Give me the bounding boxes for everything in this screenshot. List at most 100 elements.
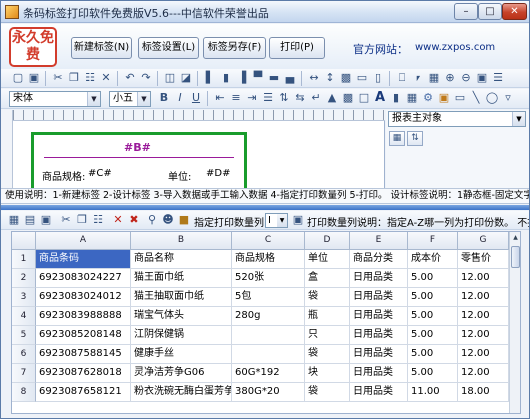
table-cell[interactable]: 块 [305,364,350,383]
row-number[interactable]: 5 [12,326,36,345]
wrap-icon[interactable]: ↵ [309,91,323,105]
table-cell[interactable]: 商品条码 [36,250,131,269]
table-cell[interactable]: 日用品类 [350,326,408,345]
print-count-column-select[interactable]: I ▼ [265,213,288,228]
close-button[interactable]: ✕ [502,3,527,20]
table-cell[interactable]: 商品规格 [232,250,305,269]
table-cell[interactable]: 12.00 [458,326,509,345]
table-row[interactable]: 1 商品条码 商品名称 商品规格 单位 商品分类 成本价 零售价 [12,250,520,269]
table-cell[interactable]: 健康手丝 [131,345,232,364]
table-cell[interactable]: 12.00 [458,345,509,364]
scrollbar-thumb[interactable] [511,246,520,268]
table-cell[interactable]: 18.00 [458,383,509,402]
spec-static-text[interactable]: 商品规格: [42,168,85,183]
align-center-text-icon[interactable]: ≡ [229,91,243,105]
copy-icon[interactable]: ❐ [67,71,81,85]
paste-icon[interactable]: ☷ [83,71,97,85]
zoom-out-icon[interactable]: ⊖ [459,71,473,85]
table-cell[interactable]: 5.00 [408,345,458,364]
align-center-icon[interactable]: ▮ [219,71,233,85]
column-header-g[interactable]: G [458,232,509,250]
table-cell[interactable]: 6923085208148 [36,326,131,345]
maximize-button[interactable]: □ [478,3,502,20]
align-right-icon[interactable]: ▐ [235,71,249,85]
section-divider[interactable] [1,205,529,210]
lock-icon[interactable]: ■ [177,213,191,227]
print-button[interactable]: 打印(P) [269,37,325,59]
line-spacing-icon[interactable]: ⇅ [277,91,291,105]
minimize-button[interactable]: – [454,3,478,20]
table-cell[interactable]: 5.00 [408,288,458,307]
undo-icon[interactable]: ↶ [123,71,137,85]
row-number[interactable]: 3 [12,288,36,307]
table-cell[interactable]: 只 [305,326,350,345]
table-cell[interactable]: 日用品类 [350,269,408,288]
categorized-icon[interactable]: ▦ [389,131,405,146]
space-h-icon[interactable]: ▭ [355,71,369,85]
redo-icon[interactable]: ↷ [139,71,153,85]
table-cell[interactable]: 280g [232,307,305,326]
table-cell[interactable]: 零售价 [458,250,509,269]
table-cell[interactable]: 粉衣洗碗无酶白蛋芳争 [131,383,232,402]
table-cell[interactable]: 袋 [305,383,350,402]
unit-field-placeholder[interactable]: #D# [206,168,230,179]
column-header-f[interactable]: F [408,232,458,250]
center-v-icon[interactable]: ⎖ [411,71,425,85]
table-cell[interactable]: 6923087588145 [36,345,131,364]
text-color-icon[interactable]: ▲ [325,91,339,105]
corner-cell[interactable] [12,232,36,250]
column-header-b[interactable]: B [131,232,232,250]
save-icon[interactable]: ▣ [27,71,41,85]
import-excel-icon[interactable]: ▦ [7,213,21,227]
table-cell[interactable]: 5.00 [408,269,458,288]
table-cell[interactable]: 盒 [305,269,350,288]
table-cell[interactable]: 猫王面巾纸 [131,269,232,288]
table-cell[interactable]: 瑞宝气体头 [131,307,232,326]
spec-field-placeholder[interactable]: #C# [88,168,112,179]
table-cell[interactable]: 6923087628018 [36,364,131,383]
more-tools-icon[interactable]: ▿ [501,91,515,105]
properties-icon[interactable]: ☰ [491,71,505,85]
table-cell[interactable]: 商品分类 [350,250,408,269]
bold-icon[interactable]: B [157,91,171,105]
table-cell[interactable]: 单位 [305,250,350,269]
row-number[interactable]: 2 [12,269,36,288]
row-number[interactable]: 6 [12,345,36,364]
scroll-up-icon[interactable]: ▲ [510,232,520,244]
grid-icon[interactable]: ▦ [427,71,441,85]
align-left-text-icon[interactable]: ⇤ [213,91,227,105]
barcode-field-placeholder[interactable]: #B# [124,141,151,154]
table-cell[interactable] [232,326,305,345]
row-number[interactable]: 4 [12,307,36,326]
table-cell[interactable]: 日用品类 [350,307,408,326]
site-url-link[interactable]: www.zxpos.com [415,42,495,53]
alphabetical-icon[interactable]: ⇅ [407,131,423,146]
image-tool-icon[interactable]: ▣ [437,91,451,105]
table-cell[interactable]: 5.00 [408,326,458,345]
table-cell[interactable]: 江阴保健锅 [131,326,232,345]
row-number[interactable]: 8 [12,383,36,402]
border-icon[interactable]: □ [357,91,371,105]
table-cell[interactable]: 380G*20 [232,383,305,402]
table-row[interactable]: 6 6923087588145 健康手丝 袋日用品类 5.00 12.00 [12,345,520,364]
paste-row-icon[interactable]: ☷ [91,213,105,227]
table-cell[interactable]: 6923083024012 [36,288,131,307]
find-icon[interactable]: ⚲ [145,213,159,227]
import-data-icon[interactable]: ▤ [23,213,37,227]
table-cell[interactable]: 成本价 [408,250,458,269]
save-data-icon[interactable]: ▣ [39,213,53,227]
align-left-icon[interactable]: ▌ [203,71,217,85]
table-cell[interactable] [232,345,305,364]
center-h-icon[interactable]: ⎕ [395,71,409,85]
table-cell[interactable]: 6923087658121 [36,383,131,402]
label-divider-line[interactable] [44,157,234,158]
table-row[interactable]: 7 6923087628018 灵净洁芳争G06 60G*192 块日用品类 5.00 12… [12,364,520,383]
qrcode-tool-icon[interactable]: ▦ [405,91,419,105]
same-width-icon[interactable]: ↔ [307,71,321,85]
same-height-icon[interactable]: ↕ [323,71,337,85]
unit-static-text[interactable]: 单位: [168,168,191,183]
text-tool-icon[interactable]: A [373,91,387,105]
align-bottom-icon[interactable]: ▄ [283,71,297,85]
table-cell[interactable]: 6923083024227 [36,269,131,288]
zoom-in-icon[interactable]: ⊕ [443,71,457,85]
